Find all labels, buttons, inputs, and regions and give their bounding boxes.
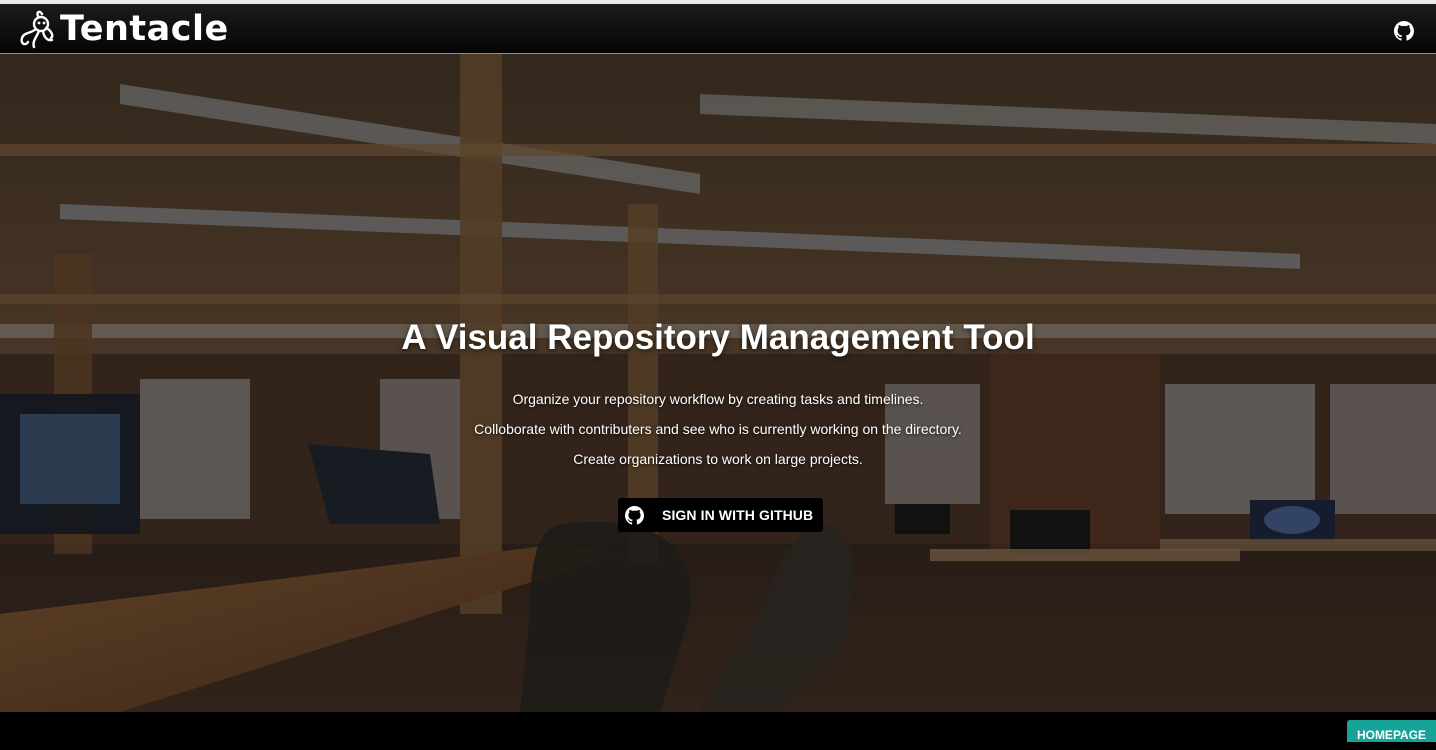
footer-bar (0, 712, 1436, 740)
hero-title: A Visual Repository Management Tool (401, 318, 1035, 357)
homepage-button[interactable]: HOMEPAGE (1347, 720, 1436, 742)
hero-section: A Visual Repository Management Tool Orga… (0, 54, 1436, 712)
sign-in-with-github-button[interactable]: SIGN IN WITH GITHUB (618, 498, 823, 532)
github-icon (625, 506, 644, 525)
github-icon[interactable] (1394, 21, 1414, 41)
brand-name: Tentacle (60, 9, 229, 49)
hero-line-organizations: Create organizations to work on large pr… (573, 451, 863, 467)
octopus-logo-icon (20, 10, 54, 49)
hero-line-organize: Organize your repository workflow by cre… (512, 391, 924, 407)
navbar: Tentacle (0, 4, 1436, 54)
hero-content: A Visual Repository Management Tool Orga… (0, 54, 1436, 712)
sign-in-label: SIGN IN WITH GITHUB (662, 507, 814, 523)
hero-line-collaborate: Colloborate with contributers and see wh… (474, 421, 962, 437)
brand-link[interactable]: Tentacle (14, 8, 229, 50)
